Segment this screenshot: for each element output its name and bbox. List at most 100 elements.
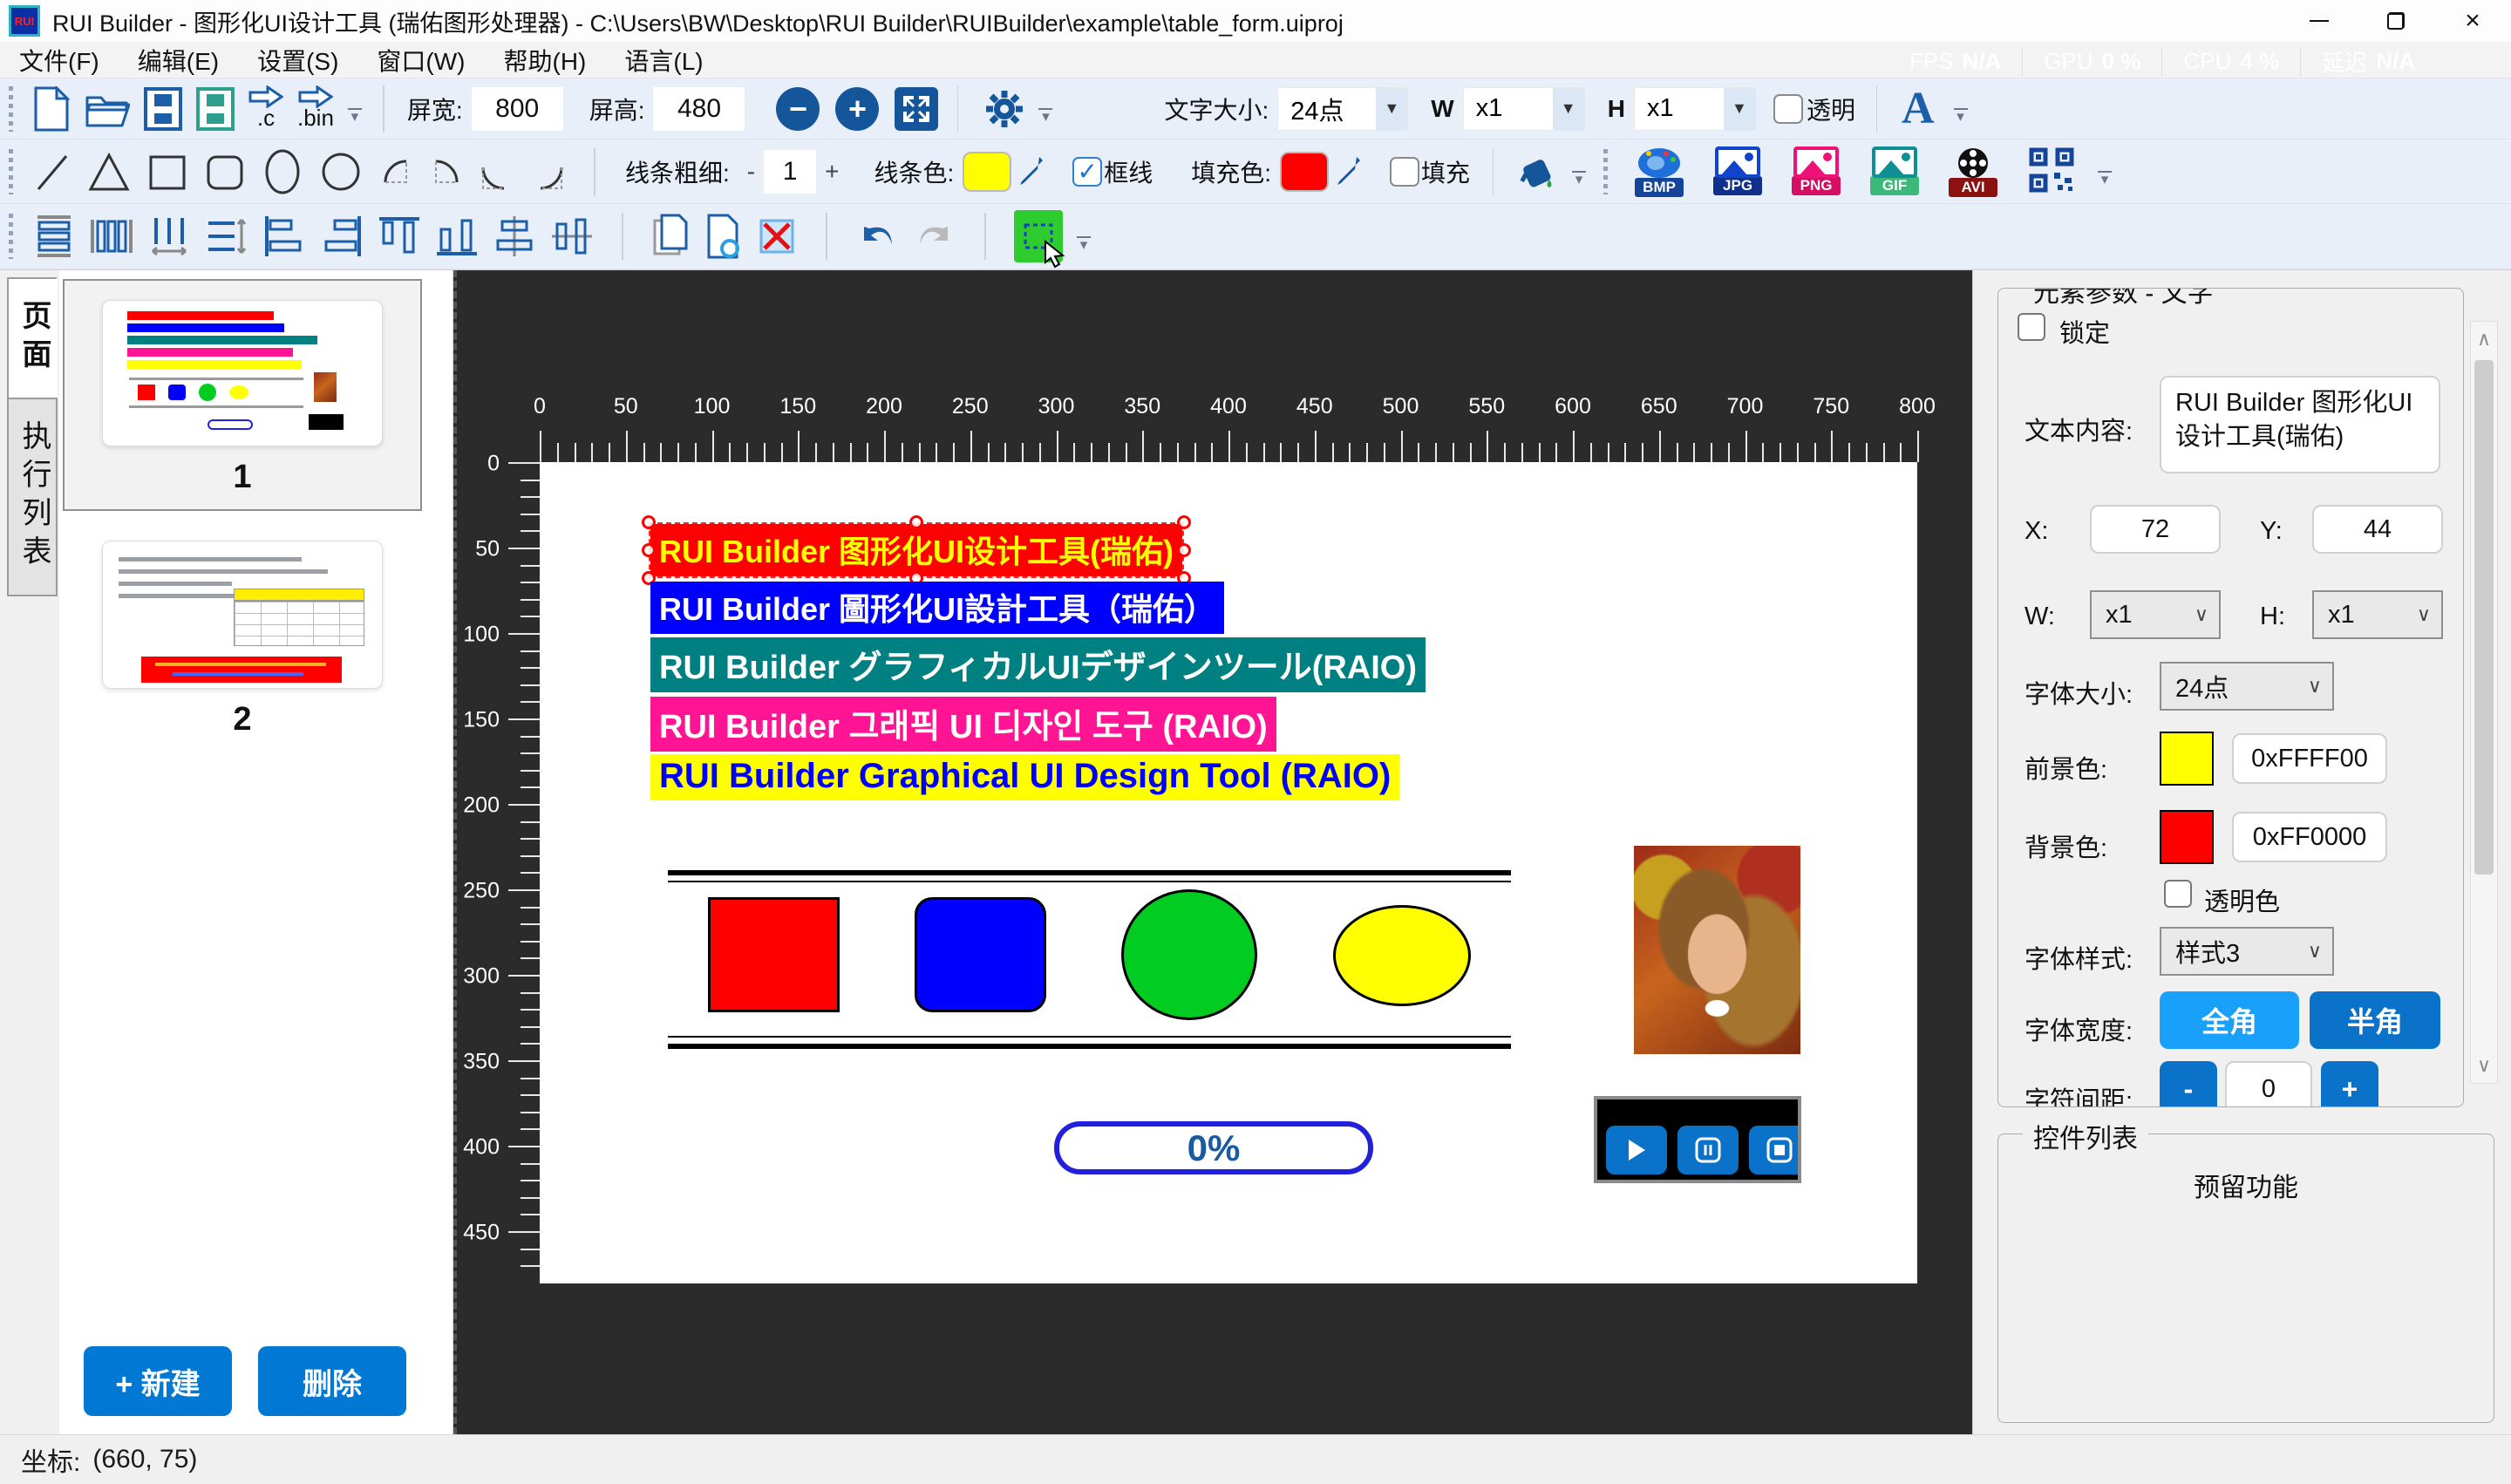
tab-pages[interactable]: 页面 <box>7 277 58 399</box>
font-button[interactable]: A <box>1902 83 1935 134</box>
text-size-select[interactable]: 24点▼ <box>1277 87 1408 131</box>
import-gif-button[interactable]: GIF <box>1869 146 1920 197</box>
toolbar-overflow[interactable]: ▾ <box>1075 236 1092 249</box>
toolbar-grip[interactable] <box>9 149 13 194</box>
scrollbar-thumb[interactable] <box>2474 360 2494 875</box>
menu-edit[interactable]: 编辑(E) <box>119 43 238 78</box>
arc-bottomright-tool[interactable] <box>530 160 565 195</box>
toolbar-overflow[interactable]: ▾ <box>1952 108 1970 121</box>
arc-bottomleft-tool[interactable] <box>480 160 514 195</box>
triangle-tool[interactable] <box>87 151 131 193</box>
align-top-button[interactable] <box>378 214 421 258</box>
y-input[interactable]: 44 <box>2312 505 2443 554</box>
arc-topright-tool[interactable] <box>429 154 464 189</box>
redo-button[interactable] <box>913 214 956 258</box>
media-player[interactable] <box>1594 1096 1801 1183</box>
restore-button[interactable] <box>2358 0 2434 42</box>
copy-button[interactable] <box>651 214 690 259</box>
line-tool[interactable] <box>33 151 71 193</box>
save-button[interactable] <box>144 87 182 131</box>
canvas-text-1[interactable]: RUI Builder 图形化UI设计工具(瑞佑) <box>650 524 1182 576</box>
toolbar-overflow[interactable]: ▾ <box>1037 108 1054 121</box>
new-page-button[interactable]: + 新建 <box>84 1346 232 1416</box>
fit-screen-button[interactable] <box>895 87 938 131</box>
import-avi-button[interactable]: AVI <box>1948 146 1998 197</box>
save-as-button[interactable] <box>196 87 235 131</box>
spacing-plus-button[interactable]: + <box>2321 1061 2378 1107</box>
qr-code-button[interactable] <box>2026 146 2077 197</box>
center-vertical-button[interactable] <box>493 214 536 258</box>
settings-button[interactable] <box>984 89 1024 129</box>
design-canvas[interactable]: RUI Builder 图形化UI设计工具(瑞佑)RUI Builder 圖形化… <box>540 462 1917 1283</box>
center-horizontal-button[interactable] <box>550 214 594 258</box>
space-horizontal-button[interactable] <box>147 214 191 258</box>
rounded-rectangle-tool[interactable] <box>204 151 246 193</box>
export-c-button[interactable]: .c <box>248 85 283 132</box>
minimize-button[interactable] <box>2281 0 2358 42</box>
selection-handle[interactable] <box>909 515 923 529</box>
scroll-down-arrow[interactable]: ∨ <box>2471 1048 2497 1083</box>
toolbar-overflow[interactable]: ▾ <box>346 108 364 121</box>
rectangle-tool[interactable] <box>146 151 188 193</box>
photo-image[interactable] <box>1634 846 1800 1054</box>
line-width-input[interactable]: 1 <box>764 150 816 194</box>
w-scale-select[interactable]: x1▼ <box>1463 87 1585 131</box>
separator-line-top[interactable] <box>668 870 1511 882</box>
page-1-thumbnail[interactable] <box>102 300 383 446</box>
spacing-input[interactable]: 0 <box>2225 1061 2312 1107</box>
page-item-2[interactable]: 2 <box>63 521 422 748</box>
circle-tool[interactable] <box>319 150 363 194</box>
paste-button[interactable] <box>704 214 742 259</box>
properties-scrollbar[interactable]: ∧ ∨ <box>2470 321 2498 1084</box>
export-bin-button[interactable]: .bin <box>297 85 334 132</box>
zoom-in-button[interactable]: + <box>835 87 879 131</box>
select-tool-button-active[interactable] <box>1014 210 1063 262</box>
h-select[interactable]: x1∨ <box>2312 590 2443 639</box>
selection-handle[interactable] <box>642 543 656 557</box>
line-width-minus[interactable]: - <box>747 158 755 186</box>
red-rectangle[interactable] <box>708 897 840 1012</box>
align-left-button[interactable] <box>262 214 306 258</box>
screen-height-input[interactable]: 480 <box>653 87 745 131</box>
toolbar-grip[interactable] <box>9 214 13 259</box>
new-file-button[interactable] <box>32 86 71 132</box>
text-content-input[interactable]: RUI Builder 图形化UI设计工具(瑞佑) <box>2160 376 2440 473</box>
canvas-text-5[interactable]: RUI Builder Graphical UI Design Tool (RA… <box>650 754 1399 800</box>
half-width-button[interactable]: 半角 <box>2310 991 2440 1049</box>
page-item-1[interactable]: 1 <box>63 279 422 511</box>
font-size-select[interactable]: 24点∨ <box>2160 662 2334 711</box>
lock-checkbox[interactable] <box>2018 313 2045 341</box>
page-2-thumbnail[interactable] <box>102 541 383 689</box>
menu-help[interactable]: 帮助(H) <box>485 43 606 78</box>
scroll-up-arrow[interactable]: ∧ <box>2471 322 2497 357</box>
arc-topleft-tool[interactable] <box>378 154 413 189</box>
bg-color-hex-input[interactable]: 0xFF0000 <box>2232 812 2387 862</box>
border-checkbox[interactable]: ✓ <box>1072 157 1102 187</box>
delete-page-button[interactable]: 删除 <box>258 1346 406 1416</box>
zoom-out-button[interactable]: − <box>776 87 820 131</box>
menu-file[interactable]: 文件(F) <box>0 43 119 78</box>
tab-execution-list[interactable]: 执行列表 <box>7 398 58 596</box>
toolbar-overflow[interactable]: ▾ <box>2096 171 2113 184</box>
yellow-ellipse[interactable] <box>1333 905 1471 1006</box>
open-file-button[interactable] <box>85 89 130 129</box>
space-vertical-button[interactable] <box>205 214 248 258</box>
font-style-select[interactable]: 样式3∨ <box>2160 927 2334 976</box>
transparent-checkbox[interactable] <box>1773 94 1803 124</box>
fg-color-swatch[interactable] <box>2160 732 2214 786</box>
canvas-text-3[interactable]: RUI Builder グラフィカルUIデザインツール(RAIO) <box>650 637 1426 692</box>
paint-bucket-button[interactable] <box>1514 150 1558 194</box>
progress-bar[interactable]: 0% <box>1054 1121 1373 1174</box>
spacing-minus-button[interactable]: - <box>2160 1061 2217 1107</box>
selection-handle[interactable] <box>1177 515 1191 529</box>
x-input[interactable]: 72 <box>2090 505 2221 554</box>
ellipse-tool[interactable] <box>262 148 303 195</box>
import-png-button[interactable]: PNG <box>1791 146 1841 197</box>
line-color-picker[interactable] <box>1018 155 1045 188</box>
selection-handle[interactable] <box>642 515 656 529</box>
import-jpg-button[interactable]: JPG <box>1712 146 1763 197</box>
fill-color-picker[interactable] <box>1336 155 1362 188</box>
line-color-swatch[interactable] <box>963 152 1011 192</box>
delete-element-button[interactable] <box>756 215 798 257</box>
fg-color-hex-input[interactable]: 0xFFFF00 <box>2232 733 2387 784</box>
